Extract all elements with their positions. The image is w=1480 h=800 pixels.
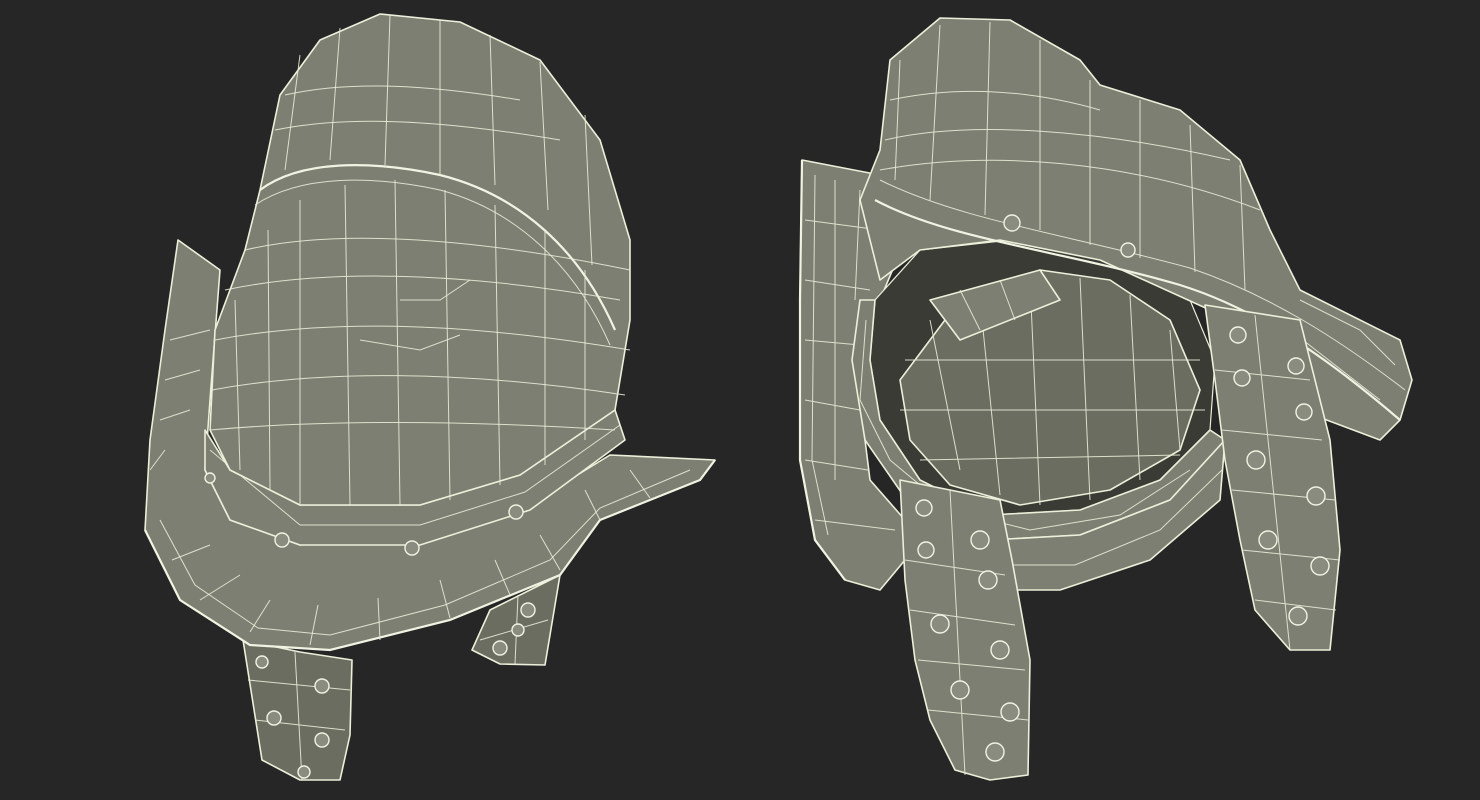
helmet-front-view xyxy=(144,13,716,781)
helmet-dome xyxy=(209,13,631,506)
helmet-underside-view xyxy=(798,17,1413,781)
helmet-render xyxy=(144,13,1413,781)
cheek-plate-left xyxy=(242,639,353,781)
render-viewport xyxy=(0,0,1480,800)
